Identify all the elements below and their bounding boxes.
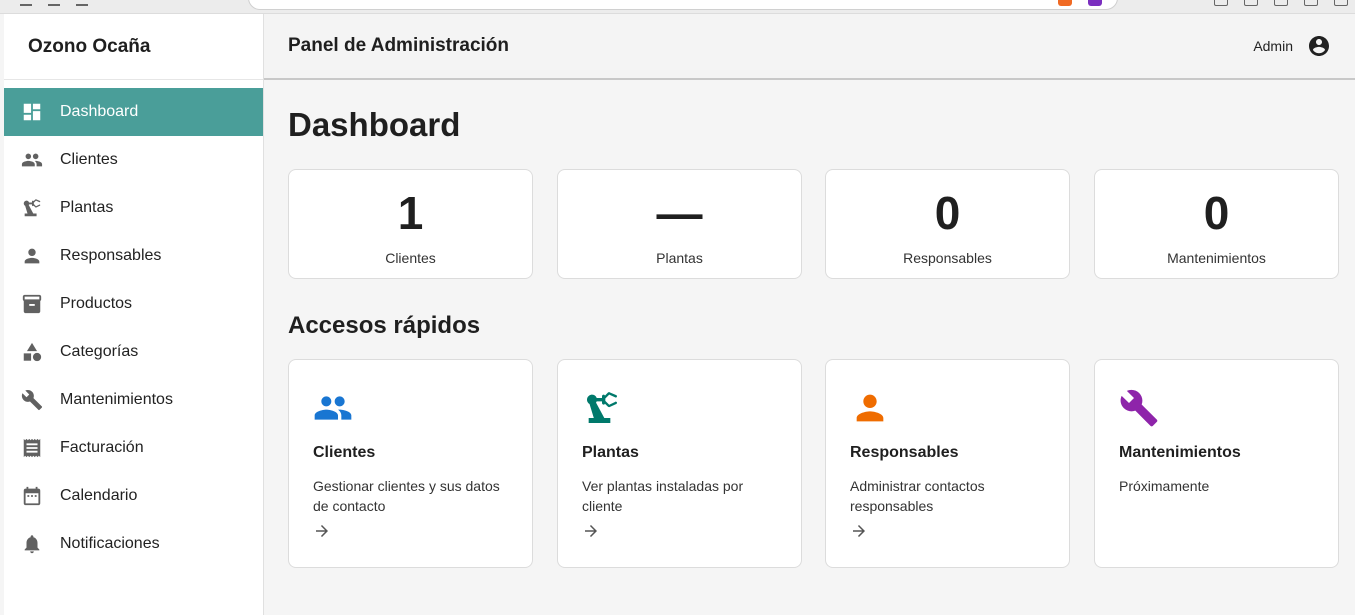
account-circle-icon[interactable]	[1307, 34, 1331, 58]
quick-card-title: Responsables	[850, 444, 959, 461]
menu-icon[interactable]	[1334, 0, 1348, 6]
person-icon	[20, 244, 44, 268]
sidebar-item-dashboard[interactable]: Dashboard	[4, 88, 263, 136]
arrow-forward-icon[interactable]	[582, 522, 600, 540]
dashboard-icon	[20, 100, 44, 124]
main-content: Dashboard 1 Clientes — Plantas 0 Respons…	[288, 80, 1339, 568]
back-icon[interactable]	[20, 0, 32, 6]
quick-card-title: Mantenimientos	[1119, 444, 1241, 461]
sidebar-item-label: Responsables	[60, 247, 162, 264]
quick-card-title: Clientes	[313, 444, 376, 461]
quick-card-title: Plantas	[582, 444, 639, 461]
wrench-icon	[1119, 388, 1159, 428]
toolbar-button-icon[interactable]	[1214, 0, 1228, 6]
stat-value: 0	[1203, 187, 1230, 239]
reload-icon[interactable]	[76, 0, 88, 6]
forward-icon[interactable]	[48, 0, 60, 6]
app-title: Panel de Administración	[288, 35, 510, 56]
stats-row: 1 Clientes — Plantas 0 Responsables 0 Ma…	[288, 169, 1339, 279]
quick-card-mantenimientos[interactable]: Mantenimientos Próximamente	[1094, 359, 1339, 568]
stat-label: Plantas	[656, 250, 703, 266]
stat-value: 1	[397, 187, 424, 239]
sidebar-item-notificaciones[interactable]: Notificaciones	[4, 520, 263, 568]
stat-card-mantenimientos: 0 Mantenimientos	[1094, 169, 1339, 279]
sidebar-item-label: Mantenimientos	[60, 391, 173, 408]
sidebar-item-responsables[interactable]: Responsables	[4, 232, 263, 280]
sidebar-item-categorias[interactable]: Categorías	[4, 328, 263, 376]
category-icon	[20, 340, 44, 364]
people-icon	[20, 148, 44, 172]
toolbar-button-icon[interactable]	[1304, 0, 1318, 6]
user-name: Admin	[1253, 38, 1293, 54]
toolbar-button-icon[interactable]	[1274, 0, 1288, 6]
brand-title: Ozono Ocaña	[4, 14, 263, 80]
precision-manufacturing-icon	[20, 196, 44, 220]
brave-shield-icon[interactable]	[1058, 0, 1072, 6]
sidebar-item-clientes[interactable]: Clientes	[4, 136, 263, 184]
sidebar-item-label: Dashboard	[60, 103, 139, 120]
page-title: Dashboard	[288, 106, 461, 143]
quick-access-title: Accesos rápidos	[288, 312, 481, 339]
quick-card-description: Ver plantas instaladas por cliente	[582, 478, 744, 514]
stat-card-responsables: 0 Responsables	[825, 169, 1070, 279]
quick-card-plantas[interactable]: Plantas Ver plantas instaladas por clien…	[557, 359, 802, 568]
sidebar-item-label: Productos	[60, 295, 133, 312]
arrow-forward-icon[interactable]	[313, 522, 331, 540]
sidebar-item-label: Facturación	[60, 439, 144, 456]
stat-card-clientes: 1 Clientes	[288, 169, 533, 279]
quick-card-description: Gestionar clientes y sus datos de contac…	[313, 478, 500, 514]
stat-value: —	[656, 187, 703, 239]
sidebar-item-plantas[interactable]: Plantas	[4, 184, 263, 232]
sidebar-item-productos[interactable]: Productos	[4, 280, 263, 328]
archive-box-icon	[20, 292, 44, 316]
precision-manufacturing-icon	[582, 388, 622, 428]
stat-label: Clientes	[385, 250, 436, 266]
sidebar-item-mantenimientos[interactable]: Mantenimientos	[4, 376, 263, 424]
browser-toolbar	[0, 0, 1355, 14]
extension-icon[interactable]	[1088, 0, 1102, 6]
wrench-icon	[20, 388, 44, 412]
arrow-forward-icon[interactable]	[850, 522, 868, 540]
toolbar-button-icon[interactable]	[1244, 0, 1258, 6]
stat-value: 0	[934, 187, 961, 239]
sidebar: Ozono Ocaña Dashboard Clientes Plantas R…	[4, 14, 264, 615]
bell-icon	[20, 532, 44, 556]
person-icon	[850, 388, 890, 428]
user-menu[interactable]: Admin	[1253, 34, 1331, 58]
stat-label: Mantenimientos	[1167, 250, 1266, 266]
quick-access-grid: Clientes Gestionar clientes y sus datos …	[288, 359, 1339, 568]
sidebar-item-label: Notificaciones	[60, 535, 160, 552]
sidebar-item-calendario[interactable]: Calendario	[4, 472, 263, 520]
stat-label: Responsables	[903, 250, 992, 266]
people-icon	[313, 388, 353, 428]
quick-card-description: Próximamente	[1119, 478, 1210, 494]
sidebar-item-label: Calendario	[60, 487, 138, 504]
sidebar-item-label: Clientes	[60, 151, 118, 168]
quick-card-responsables[interactable]: Responsables Administrar contactos respo…	[825, 359, 1070, 568]
calendar-icon	[20, 484, 44, 508]
sidebar-item-label: Plantas	[60, 199, 114, 216]
quick-card-description: Administrar contactos responsables	[850, 478, 985, 514]
stat-card-plantas: — Plantas	[557, 169, 802, 279]
quick-card-clientes[interactable]: Clientes Gestionar clientes y sus datos …	[288, 359, 533, 568]
sidebar-nav: Dashboard Clientes Plantas Responsables …	[4, 80, 263, 568]
app-bar: Panel de Administración Admin	[264, 14, 1355, 80]
receipt-icon	[20, 436, 44, 460]
sidebar-item-facturacion[interactable]: Facturación	[4, 424, 263, 472]
sidebar-item-label: Categorías	[60, 343, 139, 360]
address-bar[interactable]	[248, 0, 1118, 10]
